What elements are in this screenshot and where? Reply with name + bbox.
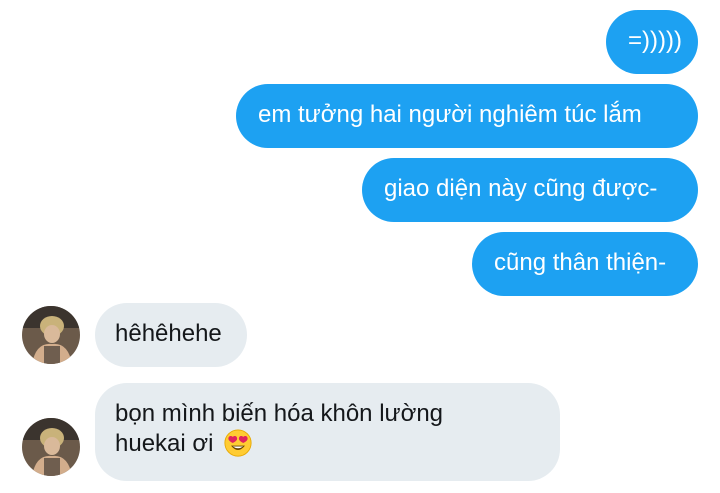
- incoming-message[interactable]: bọn mình biến hóa khôn lường huekai ơi: [95, 383, 560, 481]
- message-text: em tưởng hai người nghiêm túc lắm: [258, 101, 642, 128]
- outgoing-message[interactable]: em tưởng hai người nghiêm túc lắm: [236, 84, 698, 148]
- avatar-icon[interactable]: [22, 418, 80, 476]
- message-line: bọn mình biến hóa khôn lường: [115, 400, 444, 427]
- message-text: cũng thân thiện-: [494, 249, 667, 276]
- outgoing-message[interactable]: cũng thân thiện-: [472, 232, 698, 296]
- message-text: huekai ơi: [115, 430, 214, 457]
- message-text: hêhêhehe: [115, 320, 222, 347]
- heart-eyes-emoji: [224, 429, 252, 457]
- incoming-message[interactable]: hêhêhehe: [95, 303, 247, 367]
- message-line-with-emoji: huekai ơi: [115, 429, 540, 459]
- message-text: giao diện này cũng được-: [384, 175, 658, 202]
- outgoing-message[interactable]: giao diện này cũng được-: [362, 158, 698, 222]
- avatar-icon[interactable]: [22, 306, 80, 364]
- outgoing-message[interactable]: =))))): [606, 10, 698, 74]
- message-text: =))))): [628, 27, 682, 54]
